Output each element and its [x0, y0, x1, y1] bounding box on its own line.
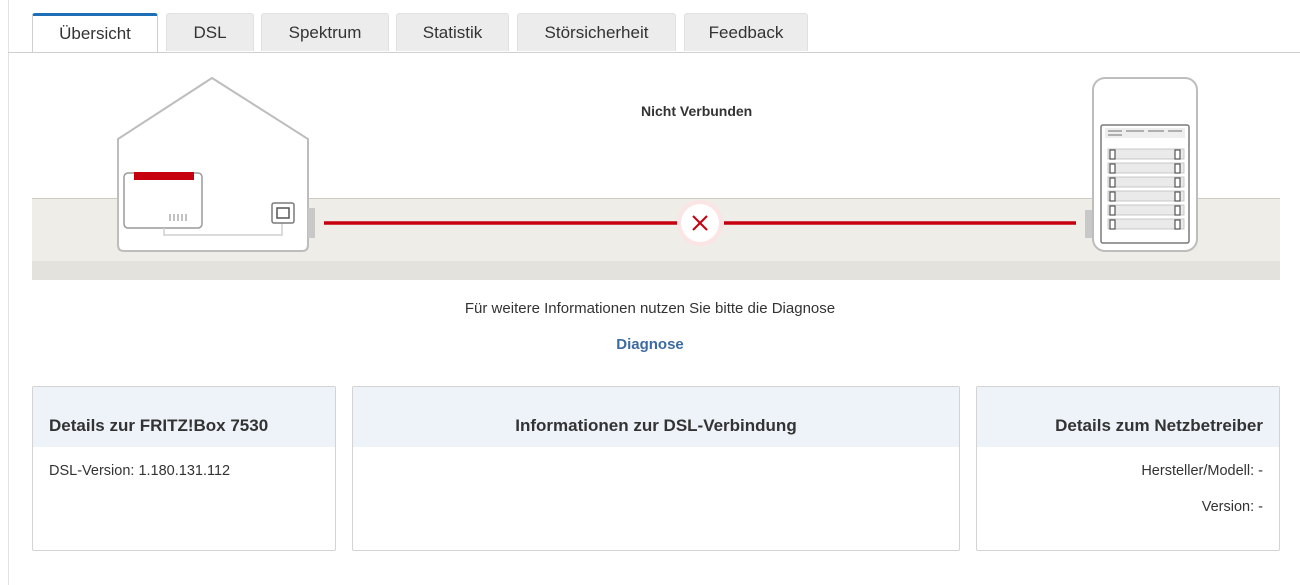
tab-statistik[interactable]: Statistik	[396, 13, 509, 51]
dsl-version: DSL-Version: 1.180.131.112	[49, 463, 231, 479]
tab-uebersicht[interactable]: Übersicht	[32, 13, 158, 53]
tab-stoersicherheit[interactable]: Störsicherheit	[517, 13, 676, 51]
panel-dsl-connection: Informationen zur DSL-Verbindung	[352, 386, 960, 551]
tab-feedback[interactable]: Feedback	[684, 13, 808, 51]
connection-status: Nicht Verbunden	[641, 103, 753, 119]
panel-title: Informationen zur DSL-Verbindung	[353, 387, 959, 447]
disconnected-x-icon	[677, 200, 723, 246]
panel-title: Details zum Netzbetreiber	[977, 387, 1279, 447]
info-text: Für weitere Informationen nutzen Sie bit…	[464, 300, 836, 317]
diagnose-link[interactable]: Diagnose	[616, 336, 684, 353]
panel-provider-details: Details zum Netzbetreiber Hersteller/Mod…	[976, 386, 1280, 551]
connection-graphic	[117, 76, 1198, 252]
tab-spektrum[interactable]: Spektrum	[261, 13, 389, 51]
right-connector-stub	[1085, 210, 1092, 238]
panel-fritzbox-details: Details zur FRITZ!Box 7530 DSL-Version: …	[32, 386, 336, 551]
house-icon	[117, 76, 309, 252]
panel-title: Details zur FRITZ!Box 7530	[33, 387, 335, 447]
diagnose-link-wrapper: Diagnose	[0, 336, 1300, 353]
provider-version: Version: -	[1201, 499, 1263, 515]
server-icon	[1092, 77, 1198, 252]
left-connector-stub	[308, 208, 315, 238]
connection-diagram: Nicht Verbunden	[32, 53, 1280, 280]
left-border	[8, 0, 9, 585]
tab-dsl[interactable]: DSL	[166, 13, 254, 51]
manufacturer-model: Hersteller/Modell: -	[1141, 463, 1263, 479]
